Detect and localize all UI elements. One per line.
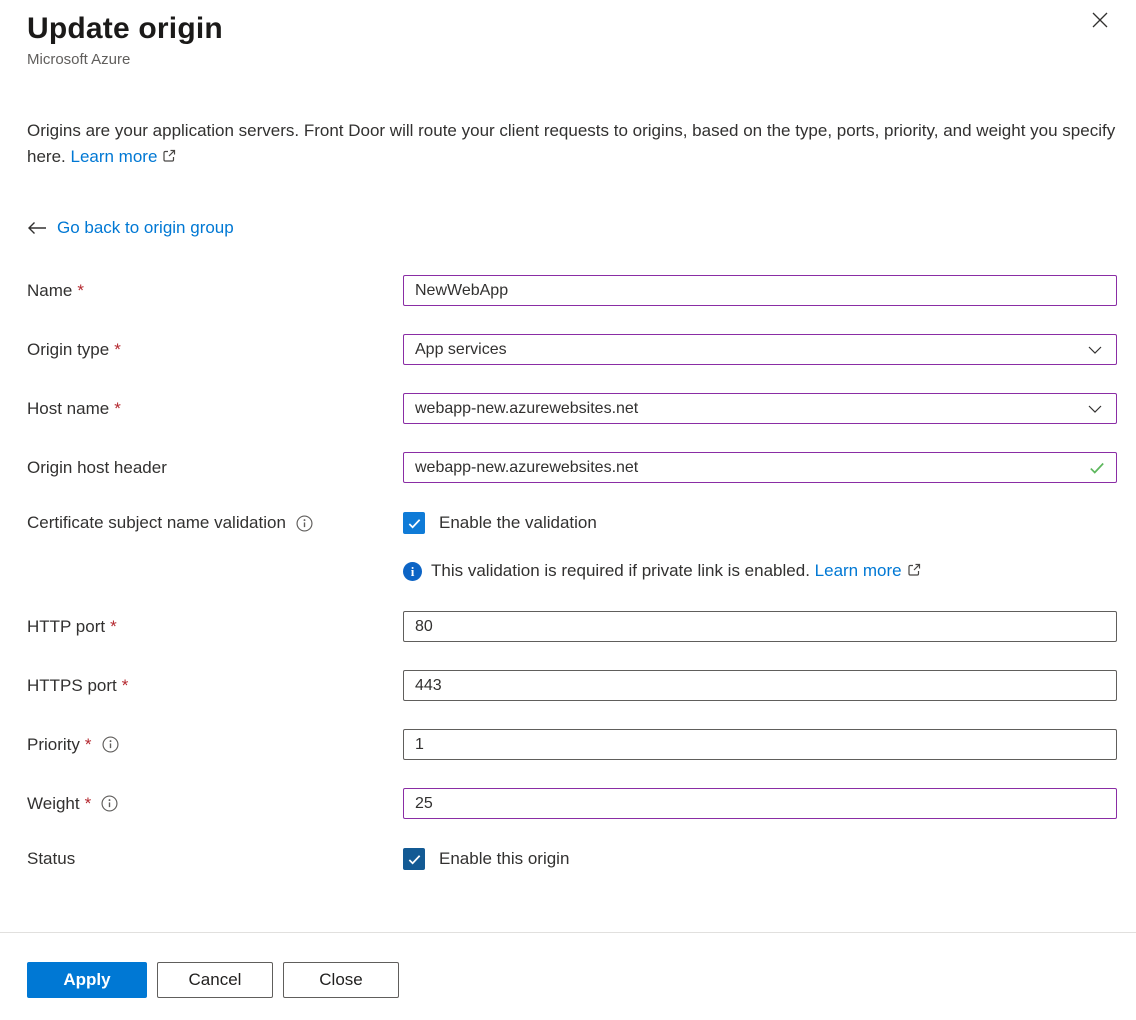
learn-more-label: Learn more bbox=[815, 561, 902, 580]
enable-origin-checkbox[interactable]: Enable this origin bbox=[403, 848, 1117, 870]
origin-form: Name * Origin type * App services bbox=[27, 275, 1117, 871]
label-text: Status bbox=[27, 849, 75, 869]
cert-validation-label: Certificate subject name validation bbox=[27, 513, 403, 533]
priority-input[interactable] bbox=[403, 729, 1117, 760]
checkbox-checked-icon bbox=[403, 512, 425, 534]
page-title: Update origin bbox=[27, 12, 1117, 46]
note-message: This validation is required if private l… bbox=[431, 561, 810, 580]
back-arrow-icon bbox=[27, 221, 47, 235]
checkbox-label: Enable the validation bbox=[439, 513, 597, 533]
field-row-weight: Weight * bbox=[27, 788, 1117, 819]
chevron-down-icon bbox=[1087, 342, 1103, 358]
dropdown-selected-value: App services bbox=[415, 341, 507, 359]
required-asterisk: * bbox=[85, 735, 92, 755]
cancel-button[interactable]: Cancel bbox=[157, 962, 273, 998]
learn-more-label: Learn more bbox=[70, 147, 157, 166]
field-row-https-port: HTTPS port * bbox=[27, 670, 1117, 701]
checkbox-checked-icon bbox=[403, 848, 425, 870]
close-button[interactable] bbox=[1085, 6, 1115, 36]
host-name-dropdown[interactable]: webapp-new.azurewebsites.net bbox=[403, 393, 1117, 424]
field-row-status: Status Enable this origin bbox=[27, 847, 1117, 871]
name-label: Name * bbox=[27, 281, 403, 301]
info-icon[interactable] bbox=[101, 795, 118, 812]
http-port-input[interactable] bbox=[403, 611, 1117, 642]
required-asterisk: * bbox=[114, 340, 121, 360]
label-text: Certificate subject name validation bbox=[27, 513, 286, 533]
origin-host-header-input[interactable] bbox=[403, 452, 1117, 483]
label-text: Origin type bbox=[27, 340, 109, 360]
dropdown-selected-value: webapp-new.azurewebsites.net bbox=[415, 400, 638, 418]
label-text: Host name bbox=[27, 399, 109, 419]
intro-paragraph: Origins are your application servers. Fr… bbox=[27, 118, 1117, 172]
info-icon[interactable] bbox=[102, 736, 119, 753]
field-row-name: Name * bbox=[27, 275, 1117, 306]
required-asterisk: * bbox=[77, 281, 84, 301]
field-row-priority: Priority * bbox=[27, 729, 1117, 760]
weight-label: Weight * bbox=[27, 794, 403, 814]
close-button-footer[interactable]: Close bbox=[283, 962, 399, 998]
dialog-header: Update origin Microsoft Azure bbox=[27, 0, 1117, 68]
https-port-input[interactable] bbox=[403, 670, 1117, 701]
label-text: HTTP port bbox=[27, 617, 105, 637]
valid-check-icon bbox=[1088, 459, 1106, 477]
validation-info-note: i This validation is required if private… bbox=[403, 561, 1117, 585]
field-row-origin-type: Origin type * App services bbox=[27, 334, 1117, 365]
origin-type-label: Origin type * bbox=[27, 340, 403, 360]
field-row-origin-host-header: Origin host header bbox=[27, 452, 1117, 483]
external-link-icon bbox=[161, 146, 177, 172]
external-link-icon bbox=[906, 562, 922, 583]
field-row-cert-validation: Certificate subject name validation Enab… bbox=[27, 511, 1117, 535]
required-asterisk: * bbox=[110, 617, 117, 637]
weight-input[interactable] bbox=[403, 788, 1117, 819]
origin-type-dropdown[interactable]: App services bbox=[403, 334, 1117, 365]
field-row-host-name: Host name * webapp-new.azurewebsites.net bbox=[27, 393, 1117, 424]
page-subtitle: Microsoft Azure bbox=[27, 51, 1117, 68]
back-link-row: Go back to origin group bbox=[27, 218, 1117, 238]
intro-learn-more-link[interactable]: Learn more bbox=[70, 147, 177, 166]
intro-text: Origins are your application servers. Fr… bbox=[27, 121, 1115, 166]
priority-label: Priority * bbox=[27, 735, 403, 755]
required-asterisk: * bbox=[122, 676, 129, 696]
apply-button[interactable]: Apply bbox=[27, 962, 147, 998]
origin-host-header-label: Origin host header bbox=[27, 458, 403, 478]
status-label: Status bbox=[27, 849, 403, 869]
label-text: Name bbox=[27, 281, 72, 301]
info-icon[interactable] bbox=[296, 515, 313, 532]
dialog-footer: Apply Cancel Close bbox=[0, 932, 1136, 1020]
required-asterisk: * bbox=[114, 399, 121, 419]
label-text: Weight bbox=[27, 794, 80, 814]
close-icon bbox=[1089, 9, 1111, 34]
http-port-label: HTTP port * bbox=[27, 617, 403, 637]
https-port-label: HTTPS port * bbox=[27, 676, 403, 696]
enable-validation-checkbox[interactable]: Enable the validation bbox=[403, 512, 1117, 534]
host-name-label: Host name * bbox=[27, 399, 403, 419]
field-row-http-port: HTTP port * bbox=[27, 611, 1117, 642]
chevron-down-icon bbox=[1087, 401, 1103, 417]
name-input[interactable] bbox=[403, 275, 1117, 306]
note-text: This validation is required if private l… bbox=[431, 561, 922, 583]
required-asterisk: * bbox=[85, 794, 92, 814]
info-filled-icon: i bbox=[403, 562, 422, 581]
label-text: HTTPS port bbox=[27, 676, 117, 696]
checkbox-label: Enable this origin bbox=[439, 849, 569, 869]
label-text: Priority bbox=[27, 735, 80, 755]
go-back-link[interactable]: Go back to origin group bbox=[57, 218, 234, 238]
label-text: Origin host header bbox=[27, 458, 167, 478]
note-learn-more-link[interactable]: Learn more bbox=[815, 561, 922, 580]
